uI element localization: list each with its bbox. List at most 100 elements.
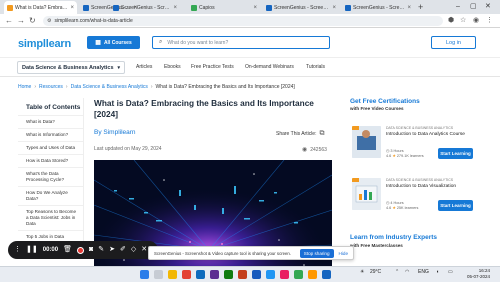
minimize-icon[interactable]: – xyxy=(456,2,460,11)
nav-link-articles[interactable]: Articles xyxy=(136,64,152,70)
category-dropdown[interactable]: Data Science & Business Analytics ▾ xyxy=(17,61,125,74)
app-icon[interactable] xyxy=(294,270,303,279)
breadcrumb-resources[interactable]: Resources xyxy=(39,84,63,90)
app-icon[interactable] xyxy=(280,270,289,279)
toc-item[interactable]: How is Data Stored? xyxy=(18,154,83,167)
course-name[interactable]: Introduction to Data Visualization xyxy=(386,184,478,189)
simplilearn-logo[interactable]: simpllearn xyxy=(18,38,71,50)
article-hero-image xyxy=(94,160,332,282)
tab-what-is-data[interactable]: What is Data? Embracing the B × xyxy=(4,1,77,14)
address-bar[interactable]: ⚙ simplilearn.com/what-is-data-article xyxy=(43,16,443,26)
edge-icon[interactable] xyxy=(196,270,205,279)
copy-link-icon[interactable]: ⧉ xyxy=(319,130,324,138)
nav-link-tutorials[interactable]: Tutorials xyxy=(306,64,325,70)
toc-item[interactable]: What is Information? xyxy=(18,128,83,141)
breadcrumb-category[interactable]: Data Science & Business Analytics xyxy=(71,84,148,90)
delete-icon[interactable]: 🗑 xyxy=(63,246,72,254)
tab-screengenius-4[interactable]: ScreenGenius - Screenshot & Vi × xyxy=(342,1,414,14)
toc-item[interactable]: What's the Data Processing Cycle? xyxy=(18,167,83,186)
excel-icon[interactable] xyxy=(224,270,233,279)
tab-title: ScreenGenius - Screenshot & Vi xyxy=(353,4,405,11)
word-icon[interactable] xyxy=(252,270,261,279)
tab-screengenius-3[interactable]: ScreenGenius - Screenshot & Vi × xyxy=(263,1,339,14)
record-icon[interactable] xyxy=(76,246,84,254)
close-tab-icon[interactable]: × xyxy=(173,5,177,11)
nav-link-webinars[interactable]: On-demand Webinars xyxy=(245,64,294,70)
maximize-icon[interactable]: ▢ xyxy=(470,2,477,11)
profile-icon[interactable]: ◉ xyxy=(473,16,479,26)
site-info-icon[interactable]: ⚙ xyxy=(47,18,51,24)
screengenius-icon[interactable] xyxy=(322,270,331,279)
course-card[interactable]: DATA SCIENCE & BUSINESS ANALYTICS Introd… xyxy=(350,176,480,218)
toc-item[interactable]: Top Reasons to Become a Data Scientist: … xyxy=(18,205,83,230)
nav-link-practice-tests[interactable]: Free Practice Tests xyxy=(191,64,234,70)
bookmark-icon[interactable]: ☆ xyxy=(460,16,466,26)
search-icon[interactable] xyxy=(154,270,163,279)
capios-favicon-icon xyxy=(191,4,197,11)
camera-icon[interactable]: ◙ xyxy=(89,246,93,254)
course-thumbnail-image xyxy=(352,178,381,210)
course-card[interactable]: DATA SCIENCE & BUSINESS ANALYTICS Introd… xyxy=(350,124,480,166)
forward-icon[interactable]: → xyxy=(17,16,25,26)
stop-sharing-button[interactable]: Stop sharing xyxy=(299,248,334,258)
teams-icon[interactable] xyxy=(210,270,219,279)
search-input[interactable]: ⌕ What do you want to learn? xyxy=(152,36,330,49)
extensions-icon[interactable]: ⬢ xyxy=(448,16,454,26)
back-icon[interactable]: ← xyxy=(5,16,13,26)
toc-item[interactable]: What is Data? xyxy=(18,115,83,128)
clock-date: 05-07-2024 xyxy=(466,274,490,279)
article-byline[interactable]: By Simplilearn xyxy=(94,129,136,136)
close-tab-icon[interactable]: × xyxy=(407,5,411,11)
weather-icon[interactable]: ☀ xyxy=(360,269,364,275)
breadcrumb-separator: › xyxy=(34,84,37,90)
start-learning-button[interactable]: Start Learning xyxy=(438,200,473,211)
search-placeholder: What do you want to learn? xyxy=(167,39,229,46)
language-indicator[interactable]: ENG xyxy=(418,269,429,275)
chrome-icon[interactable] xyxy=(182,270,191,279)
simplilearn-favicon-icon xyxy=(7,4,13,11)
star-icon: ★ xyxy=(392,206,396,210)
close-tab-icon[interactable]: × xyxy=(70,5,74,11)
draw-icon[interactable]: ✎ xyxy=(98,246,104,254)
tab-capios[interactable]: Capios × xyxy=(188,1,260,14)
pen-icon[interactable]: ✐ xyxy=(120,246,126,254)
tab-screengenius-2[interactable]: ScreenGenius - Screenshot & Vi × xyxy=(110,1,180,14)
toc-item[interactable]: How Do We Analyze Data? xyxy=(18,186,83,205)
file-explorer-icon[interactable] xyxy=(168,270,177,279)
app-icon[interactable] xyxy=(266,270,275,279)
new-tab-icon[interactable]: + xyxy=(418,2,423,12)
close-tab-icon[interactable]: × xyxy=(253,5,257,11)
toc-item[interactable]: Types and Uses of Data xyxy=(18,141,83,154)
right-sidebar: Get Free Certifications with Free Video … xyxy=(350,98,482,248)
masterclass-subtitle: with Free Masterclasses xyxy=(350,243,403,248)
eraser-icon[interactable]: ◇ xyxy=(131,246,136,254)
drag-handle-icon[interactable]: ⋮ xyxy=(14,246,21,254)
hide-button[interactable]: Hide xyxy=(339,251,348,256)
nav-link-ebooks[interactable]: Ebooks xyxy=(164,64,181,70)
close-window-icon[interactable]: ✕ xyxy=(485,2,491,11)
start-learning-button[interactable]: Start Learning xyxy=(438,148,473,159)
close-tab-icon[interactable]: × xyxy=(332,5,336,11)
screengenius-favicon-icon xyxy=(113,4,119,11)
cursor-icon[interactable]: ➤ xyxy=(109,246,115,254)
pause-icon[interactable]: ❚❚ xyxy=(26,246,38,254)
speaker-icon[interactable]: ◖ xyxy=(436,269,439,275)
tab-title: ScreenGenius - Screenshot & Vi xyxy=(121,4,171,11)
breadcrumb-home[interactable]: Home xyxy=(18,84,31,90)
all-courses-label: All Courses xyxy=(103,39,132,46)
menu-icon[interactable]: ⋮ xyxy=(486,16,493,26)
start-learning-label: Start Learning xyxy=(440,151,471,156)
app-icon[interactable] xyxy=(308,270,317,279)
login-button[interactable]: Log in xyxy=(431,36,476,49)
clock[interactable]: 16:24 05-07-2024 xyxy=(462,268,490,280)
start-icon[interactable] xyxy=(140,270,149,279)
article: What is Data? Embracing the Basics and I… xyxy=(94,98,334,282)
chevron-up-icon[interactable]: ⌃ xyxy=(395,269,399,275)
all-courses-button[interactable]: ▦ All Courses xyxy=(87,36,140,49)
battery-icon[interactable]: ▭ xyxy=(448,269,453,275)
powerpoint-icon[interactable] xyxy=(238,270,247,279)
close-icon[interactable]: ✕ xyxy=(141,246,147,254)
wifi-icon[interactable]: ◠ xyxy=(405,269,409,275)
reload-icon[interactable]: ↻ xyxy=(29,16,36,26)
course-name[interactable]: Introduction to Data Analytics Course xyxy=(386,132,478,137)
